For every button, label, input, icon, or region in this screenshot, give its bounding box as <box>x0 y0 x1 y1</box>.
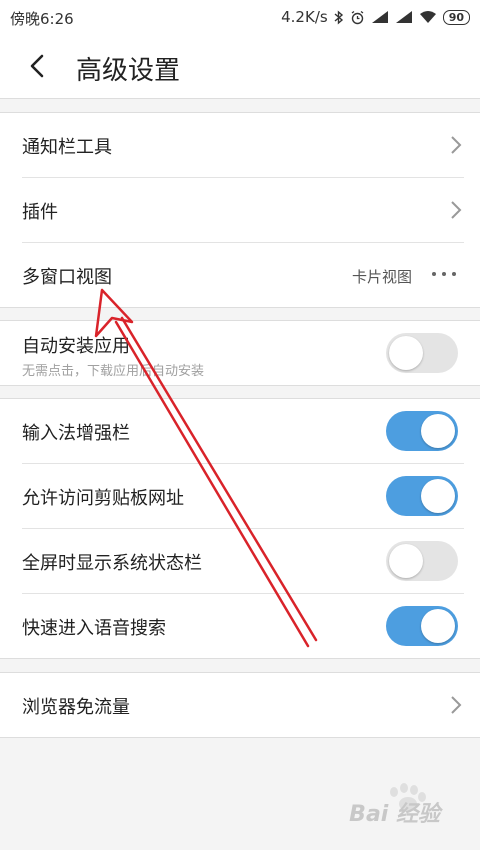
status-icons: 4.2K/s 90 <box>281 8 470 26</box>
fullscreen-status-bar-toggle[interactable] <box>386 541 458 581</box>
more-dots-icon[interactable] <box>432 272 456 276</box>
row-label: 全屏时显示系统状态栏 <box>22 553 202 574</box>
row-label: 自动安装应用 <box>22 336 130 357</box>
row-ime-bar[interactable]: 输入法增强栏 <box>22 399 464 464</box>
network-speed: 4.2K/s <box>281 8 328 26</box>
row-multi-window-view[interactable]: 多窗口视图 卡片视图 <box>22 243 464 307</box>
row-plugins[interactable]: 插件 <box>22 178 464 243</box>
status-bar: 傍晚6:26 4.2K/s 90 <box>0 0 480 34</box>
auto-install-toggle[interactable] <box>386 333 458 373</box>
settings-group-3: 输入法增强栏 允许访问剪贴板网址 全屏时显示系统状态栏 快速进入语音搜索 <box>0 398 480 659</box>
row-data-free[interactable]: 浏览器免流量 <box>22 673 464 737</box>
row-notification-tools[interactable]: 通知栏工具 <box>22 113 464 178</box>
battery-indicator: 90 <box>442 9 470 25</box>
chevron-right-icon <box>451 696 462 714</box>
status-time: 傍晚6:26 <box>10 10 74 28</box>
alarm-icon <box>351 10 364 24</box>
wifi-icon <box>419 11 436 23</box>
page-title: 高级设置 <box>76 56 181 86</box>
row-value: 卡片视图 <box>351 268 412 286</box>
row-label: 插件 <box>22 202 58 223</box>
settings-group-1: 通知栏工具 插件 多窗口视图 卡片视图 <box>0 112 480 308</box>
row-label: 允许访问剪贴板网址 <box>22 488 184 509</box>
row-auto-install[interactable]: 自动安装应用 无需点击，下载应用后自动安装 <box>22 321 464 385</box>
row-label: 浏览器免流量 <box>22 697 130 718</box>
row-fullscreen-status-bar[interactable]: 全屏时显示系统状态栏 <box>22 529 464 594</box>
bluetooth-icon <box>334 9 343 25</box>
row-label: 通知栏工具 <box>22 137 112 158</box>
back-arrow-icon[interactable] <box>24 52 52 80</box>
chevron-right-icon <box>451 201 462 219</box>
signal-icon-2 <box>395 11 412 23</box>
app-header: 高级设置 <box>0 34 480 99</box>
chevron-right-icon <box>451 136 462 154</box>
row-clipboard-url[interactable]: 允许访问剪贴板网址 <box>22 464 464 529</box>
clipboard-url-toggle[interactable] <box>386 476 458 516</box>
signal-icon <box>371 11 388 23</box>
voice-search-toggle[interactable] <box>386 606 458 646</box>
settings-group-2: 自动安装应用 无需点击，下载应用后自动安装 <box>0 320 480 386</box>
watermark-text: Bai 经验 <box>349 802 440 827</box>
row-subtitle: 无需点击，下载应用后自动安装 <box>22 364 205 379</box>
row-voice-search[interactable]: 快速进入语音搜索 <box>22 594 464 658</box>
row-label: 输入法增强栏 <box>22 423 130 444</box>
settings-group-4: 浏览器免流量 <box>0 672 480 738</box>
row-label: 快速进入语音搜索 <box>22 618 166 639</box>
row-label: 多窗口视图 <box>22 267 112 288</box>
ime-bar-toggle[interactable] <box>386 411 458 451</box>
